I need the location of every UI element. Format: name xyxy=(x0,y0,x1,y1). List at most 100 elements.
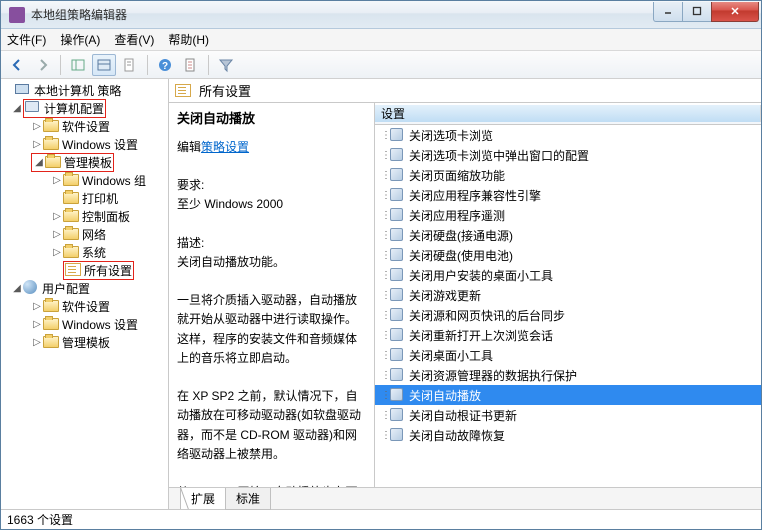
list-row[interactable]: ⋮关闭资源管理器的数据执行保护 xyxy=(375,365,761,385)
list-row[interactable]: ⋮关闭硬盘(使用电池) xyxy=(375,245,761,265)
tree-printer[interactable]: 打印机 xyxy=(1,189,168,207)
tree-network[interactable]: ▷ 网络 xyxy=(1,225,168,243)
expand-icon[interactable]: ▷ xyxy=(31,139,43,150)
main-body: 本地计算机 策略 ◢ 计算机配置 ▷ 软件设置 ▷ Windows 设置 xyxy=(1,79,761,509)
menu-view[interactable]: 查看(V) xyxy=(114,31,154,48)
tree-label: Windows 设置 xyxy=(62,136,138,153)
policy-item-icon xyxy=(390,368,404,382)
description-line: 关闭自动播放功能。 xyxy=(177,253,366,272)
expand-icon[interactable]: ▷ xyxy=(31,121,43,132)
list-body[interactable]: ⋮关闭选项卡浏览⋮关闭选项卡浏览中弹出窗口的配置⋮关闭页面缩放功能⋮关闭应用程序… xyxy=(375,125,761,487)
tree-software-settings[interactable]: ▷ 软件设置 xyxy=(1,117,168,135)
tree-root[interactable]: 本地计算机 策略 xyxy=(1,81,168,99)
expand-icon[interactable]: ▷ xyxy=(51,175,63,186)
list-row[interactable]: ⋮关闭页面缩放功能 xyxy=(375,165,761,185)
menu-help[interactable]: 帮助(H) xyxy=(168,31,209,48)
list-row[interactable]: ⋮关闭用户安装的桌面小工具 xyxy=(375,265,761,285)
tree-user-windows-settings[interactable]: ▷ Windows 设置 xyxy=(1,315,168,333)
tree-system[interactable]: ▷ 系统 xyxy=(1,243,168,261)
policy-item-icon xyxy=(390,248,404,262)
filter-button[interactable] xyxy=(214,54,238,76)
properties-button[interactable] xyxy=(118,54,142,76)
detail-split: 关闭自动播放 编辑策略设置 要求: 至少 Windows 2000 描述: 关闭… xyxy=(169,103,761,487)
tree-windows-components[interactable]: ▷ Windows 组 xyxy=(1,171,168,189)
list-row[interactable]: ⋮关闭游戏更新 xyxy=(375,285,761,305)
list-item-label: 关闭源和网页快讯的后台同步 xyxy=(409,307,565,324)
collapse-icon[interactable]: ◢ xyxy=(11,283,23,294)
window-title: 本地组策略编辑器 xyxy=(31,6,654,23)
tree-pane[interactable]: 本地计算机 策略 ◢ 计算机配置 ▷ 软件设置 ▷ Windows 设置 xyxy=(1,79,169,509)
list-row[interactable]: ⋮关闭自动播放 xyxy=(375,385,761,405)
tree-label: Windows 组 xyxy=(82,172,146,189)
menu-file[interactable]: 文件(F) xyxy=(7,31,46,48)
tab-standard[interactable]: 标准 xyxy=(225,488,271,510)
list-row[interactable]: ⋮关闭选项卡浏览中弹出窗口的配置 xyxy=(375,145,761,165)
title-bar: 本地组策略编辑器 xyxy=(1,1,761,29)
content-title: 所有设置 xyxy=(199,81,251,100)
collapse-icon[interactable]: ◢ xyxy=(33,157,45,168)
tree-all-settings[interactable]: 所有设置 xyxy=(1,261,168,279)
list-item-label: 关闭自动故障恢复 xyxy=(409,427,505,444)
description-para: 一旦将介质插入驱动器，自动播放就开始从驱动器中进行读取操作。这样，程序的安装文件… xyxy=(177,291,366,368)
row-marker-icon: ⋮ xyxy=(381,170,385,181)
minimize-button[interactable] xyxy=(653,2,683,22)
close-button[interactable] xyxy=(711,2,759,22)
tree-label: 打印机 xyxy=(82,190,118,207)
list-row[interactable]: ⋮关闭桌面小工具 xyxy=(375,345,761,365)
list-row[interactable]: ⋮关闭自动根证书更新 xyxy=(375,405,761,425)
list-item-label: 关闭应用程序遥测 xyxy=(409,207,505,224)
tree-admin-templates[interactable]: ◢ 管理模板 xyxy=(1,153,168,171)
list-row[interactable]: ⋮关闭自动故障恢复 xyxy=(375,425,761,445)
list-row[interactable]: ⋮关闭应用程序兼容性引擎 xyxy=(375,185,761,205)
back-button[interactable] xyxy=(5,54,29,76)
status-count: 1663 个设置 xyxy=(7,513,73,527)
tree-windows-settings[interactable]: ▷ Windows 设置 xyxy=(1,135,168,153)
expand-icon[interactable]: ▷ xyxy=(51,229,63,240)
row-marker-icon: ⋮ xyxy=(381,230,385,241)
policy-item-icon xyxy=(390,408,404,422)
tree-user-admin-templates[interactable]: ▷ 管理模板 xyxy=(1,333,168,351)
expand-icon[interactable]: ▷ xyxy=(31,319,43,330)
refresh-button[interactable] xyxy=(179,54,203,76)
policy-item-icon xyxy=(390,328,404,342)
policy-item-icon xyxy=(390,348,404,362)
list-row[interactable]: ⋮关闭应用程序遥测 xyxy=(375,205,761,225)
list-row[interactable]: ⋮关闭硬盘(接通电源) xyxy=(375,225,761,245)
toolbar-separator xyxy=(147,55,148,75)
tree-label: 计算机配置 xyxy=(44,100,104,117)
folder-icon xyxy=(43,136,59,152)
description-label: 描述: xyxy=(177,234,366,253)
tree-user-config[interactable]: ◢ 用户配置 xyxy=(1,279,168,297)
tree-control-panel[interactable]: ▷ 控制面板 xyxy=(1,207,168,225)
row-marker-icon: ⋮ xyxy=(381,270,385,281)
expand-icon[interactable]: ▷ xyxy=(51,211,63,222)
menu-action[interactable]: 操作(A) xyxy=(60,31,100,48)
expand-icon[interactable]: ▷ xyxy=(51,247,63,258)
help-button[interactable]: ? xyxy=(153,54,177,76)
maximize-button[interactable] xyxy=(682,2,712,22)
list-item-label: 关闭选项卡浏览中弹出窗口的配置 xyxy=(409,147,589,164)
status-bar: 1663 个设置 xyxy=(1,509,761,529)
list-item-label: 关闭桌面小工具 xyxy=(409,347,493,364)
list-row[interactable]: ⋮关闭重新打开上次浏览会话 xyxy=(375,325,761,345)
tree-user-software-settings[interactable]: ▷ 软件设置 xyxy=(1,297,168,315)
expand-icon[interactable]: ▷ xyxy=(31,301,43,312)
policy-item-icon xyxy=(390,268,404,282)
tree-label: 系统 xyxy=(82,244,106,261)
list-row[interactable]: ⋮关闭源和网页快讯的后台同步 xyxy=(375,305,761,325)
settings-list-pane: 设置 ⋮关闭选项卡浏览⋮关闭选项卡浏览中弹出窗口的配置⋮关闭页面缩放功能⋮关闭应… xyxy=(375,103,761,487)
list-row[interactable]: ⋮关闭选项卡浏览 xyxy=(375,125,761,145)
policy-item-icon xyxy=(390,128,404,142)
edit-policy-link[interactable]: 策略设置 xyxy=(201,140,249,154)
collapse-icon[interactable]: ◢ xyxy=(11,103,23,114)
folder-icon xyxy=(45,154,61,170)
show-hide-tree-button[interactable] xyxy=(66,54,90,76)
column-settings[interactable]: 设置 xyxy=(375,105,761,122)
requirement-label: 要求: xyxy=(177,176,366,195)
tree-computer-config[interactable]: ◢ 计算机配置 xyxy=(1,99,168,117)
content-header: 所有设置 xyxy=(169,79,761,103)
expand-icon[interactable]: ▷ xyxy=(31,337,43,348)
export-list-button[interactable] xyxy=(92,54,116,76)
forward-button[interactable] xyxy=(31,54,55,76)
tree-label: 软件设置 xyxy=(62,118,110,135)
